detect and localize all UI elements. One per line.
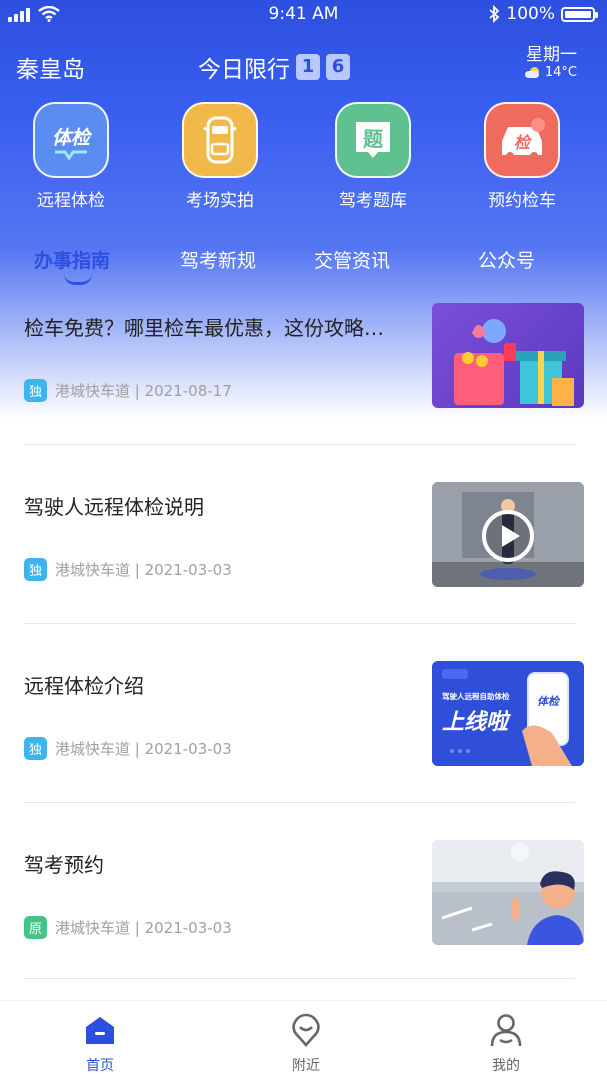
- bluetooth-icon: [489, 5, 500, 23]
- quick-action-label: 驾考题库: [339, 191, 407, 211]
- quick-action-book-inspection[interactable]: 检 预约检车: [462, 102, 582, 211]
- divider: [24, 978, 575, 979]
- online-launch-thumbnail: 驾驶人远程自助体检 上线啦 体检: [432, 661, 584, 766]
- car-topview-icon: [182, 102, 258, 178]
- article-source: 港城快车道 | 2021-08-17: [55, 382, 232, 400]
- header: 秦皇岛 今日限行 1 6 星期一 14°C: [0, 38, 607, 98]
- active-tab-indicator: [64, 274, 92, 285]
- divider: [24, 444, 575, 445]
- exclusive-badge: 独: [24, 737, 47, 760]
- tabbar-nearby[interactable]: 附近: [256, 1013, 356, 1075]
- bottom-tab-bar: 首页 附近 我的: [0, 1000, 607, 1081]
- quick-action-label: 远程体检: [37, 191, 105, 211]
- tabbar-mine[interactable]: 我的: [456, 1013, 556, 1075]
- tabbar-home[interactable]: 首页: [50, 1013, 150, 1075]
- divider: [24, 802, 575, 803]
- article-title: 检车免费？哪里检车最优惠，这份攻略…: [24, 316, 384, 340]
- svg-text:体检: 体检: [537, 695, 561, 708]
- quick-actions: 体检 远程体检 考场实拍 题 驾考题库 检 预约检车: [0, 102, 607, 212]
- status-bar: 9:41 AM 100%: [0, 0, 607, 30]
- battery-percent: 100%: [506, 4, 555, 24]
- quick-action-exam-photo[interactable]: 考场实拍: [160, 102, 280, 211]
- tab-new-rules[interactable]: 驾考新规: [180, 246, 256, 273]
- video-thumbnail[interactable]: [432, 482, 584, 587]
- restriction-digit: 1: [296, 54, 320, 80]
- city-selector[interactable]: 秦皇岛: [16, 50, 85, 84]
- gift-boxes-thumbnail: [432, 303, 584, 408]
- tabbar-label: 我的: [492, 1058, 520, 1074]
- list-item[interactable]: 驾考预约 原 港城快车道 | 2021-03-03: [0, 829, 607, 1007]
- tab-official-account[interactable]: 公众号: [478, 246, 535, 273]
- quick-action-remote-check[interactable]: 体检 远程体检: [11, 102, 131, 211]
- quick-action-label: 考场实拍: [186, 191, 254, 211]
- weekday: 星期一: [526, 45, 577, 65]
- quick-action-question-bank[interactable]: 题 驾考题库: [313, 102, 433, 211]
- article-source: 港城快车道 | 2021-03-03: [55, 561, 232, 579]
- svg-text:驾驶人远程自助体检: 驾驶人远程自助体检: [442, 691, 510, 701]
- tabbar-label: 首页: [86, 1058, 114, 1074]
- svg-text:体检: 体检: [52, 127, 93, 149]
- restriction-label: 今日限行: [198, 57, 290, 83]
- category-tabs: 办事指南 驾考新规 交管资讯 公众号: [0, 240, 607, 285]
- home-icon: [86, 1017, 114, 1044]
- svg-text:上线啦: 上线啦: [442, 709, 511, 735]
- divider: [24, 623, 575, 624]
- partly-cloudy-icon: [524, 66, 541, 78]
- exclusive-badge: 独: [24, 558, 47, 581]
- tabbar-label: 附近: [292, 1058, 320, 1074]
- temperature: 14°C: [544, 65, 577, 80]
- article-title: 驾考预约: [24, 853, 104, 877]
- tab-guide[interactable]: 办事指南: [34, 246, 110, 273]
- person-road-thumbnail: [432, 840, 584, 945]
- article-source: 港城快车道 | 2021-03-03: [55, 919, 232, 937]
- original-badge: 原: [24, 916, 47, 939]
- article-title: 驾驶人远程体检说明: [24, 495, 204, 519]
- tab-traffic-news[interactable]: 交管资讯: [314, 246, 390, 273]
- inspection-car-icon: 检: [484, 102, 560, 178]
- health-check-icon: 体检: [33, 102, 109, 178]
- svg-text:题: 题: [363, 127, 384, 151]
- weather-widget[interactable]: 星期一 14°C: [524, 40, 577, 80]
- restriction-digit: 6: [326, 54, 350, 80]
- traffic-restriction: 今日限行 1 6: [198, 50, 350, 84]
- location-icon: [292, 1013, 320, 1047]
- battery-icon: [561, 6, 598, 22]
- article-title: 远程体检介绍: [24, 674, 144, 698]
- article-source: 港城快车道 | 2021-03-03: [55, 740, 232, 758]
- quick-action-label: 预约检车: [488, 191, 556, 211]
- profile-icon: [490, 1014, 522, 1047]
- exclusive-badge: 独: [24, 379, 47, 402]
- question-bank-icon: 题: [335, 102, 411, 178]
